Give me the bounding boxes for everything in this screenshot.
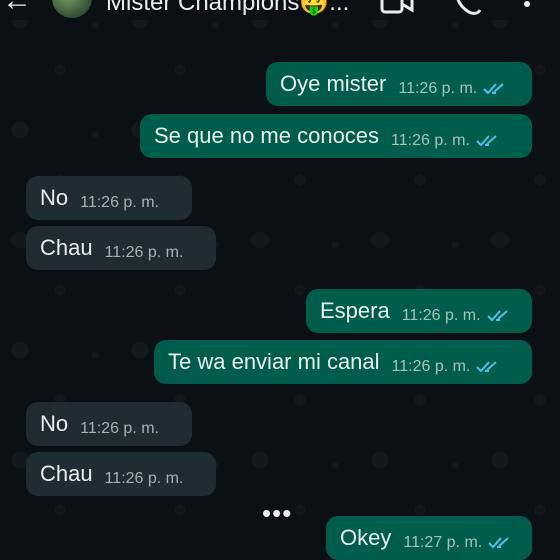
- message-outgoing[interactable]: Espera 11:26 p. m.: [306, 289, 532, 333]
- message-meta: 11:26 p. m.: [391, 132, 500, 150]
- message-meta: 11:26 p. m.: [105, 470, 184, 488]
- message-incoming[interactable]: Chau 11:26 p. m.: [26, 452, 216, 496]
- video-call-icon[interactable]: [380, 0, 414, 16]
- message-text: Chau: [40, 461, 93, 486]
- menu-dots-icon[interactable]: [522, 0, 532, 16]
- message-incoming[interactable]: No 11:26 p. m.: [26, 176, 192, 220]
- message-outgoing[interactable]: Okey 11:27 p. m.: [326, 516, 532, 560]
- message-text: No: [40, 185, 69, 210]
- message-outgoing[interactable]: Te wa enviar mi canal 11:26 p. m.: [154, 340, 532, 384]
- message-incoming[interactable]: No 11:26 p. m.: [26, 402, 192, 446]
- read-ticks-icon: [483, 83, 504, 95]
- message-time: 11:26 p. m.: [80, 194, 159, 211]
- message-meta: 11:26 p. m.: [392, 358, 501, 376]
- read-ticks-icon: [488, 537, 509, 549]
- back-arrow-icon[interactable]: ←: [2, 0, 32, 16]
- message-time: 11:26 p. m.: [401, 307, 481, 324]
- voice-call-icon[interactable]: [452, 0, 482, 16]
- message-incoming[interactable]: Chau 11:26 p. m.: [26, 226, 216, 270]
- message-meta: 11:26 p. m.: [105, 244, 184, 262]
- message-time: 11:26 p. m.: [398, 80, 478, 97]
- message-text: Chau: [40, 235, 93, 260]
- message-text: Se que no me conoces: [154, 123, 380, 148]
- message-text: No: [40, 411, 69, 436]
- message-time: 11:26 p. m.: [104, 244, 184, 261]
- message-text: Oye mister: [280, 71, 387, 96]
- message-time: 11:27 p. m.: [403, 534, 483, 551]
- message-outgoing[interactable]: Se que no me conoces 11:26 p. m.: [140, 114, 532, 158]
- message-meta: 11:26 p. m.: [398, 80, 507, 98]
- read-ticks-icon: [476, 135, 497, 147]
- message-time: 11:26 p. m.: [80, 420, 159, 437]
- message-text: Espera: [320, 298, 390, 323]
- message-meta: 11:26 p. m.: [80, 420, 159, 438]
- message-time: 11:26 p. m.: [104, 470, 184, 487]
- message-outgoing[interactable]: Oye mister 11:26 p. m.: [266, 62, 532, 106]
- read-ticks-icon: [486, 310, 508, 322]
- chat-header: ← Mister Champions🤑...: [0, 0, 560, 20]
- read-ticks-icon: [476, 361, 498, 373]
- message-time: 11:26 p. m.: [391, 358, 471, 375]
- message-meta: 11:27 p. m.: [403, 534, 512, 552]
- message-meta: 11:26 p. m.: [402, 307, 511, 325]
- message-text: Okey: [340, 525, 392, 550]
- avatar[interactable]: [52, 0, 92, 18]
- message-text: Te wa enviar mi canal: [168, 349, 380, 374]
- typing-indicator: •••: [262, 498, 293, 528]
- message-meta: 11:26 p. m.: [80, 194, 159, 212]
- message-time: 11:26 p. m.: [391, 132, 470, 149]
- chat-title[interactable]: Mister Champions🤑...: [106, 0, 349, 18]
